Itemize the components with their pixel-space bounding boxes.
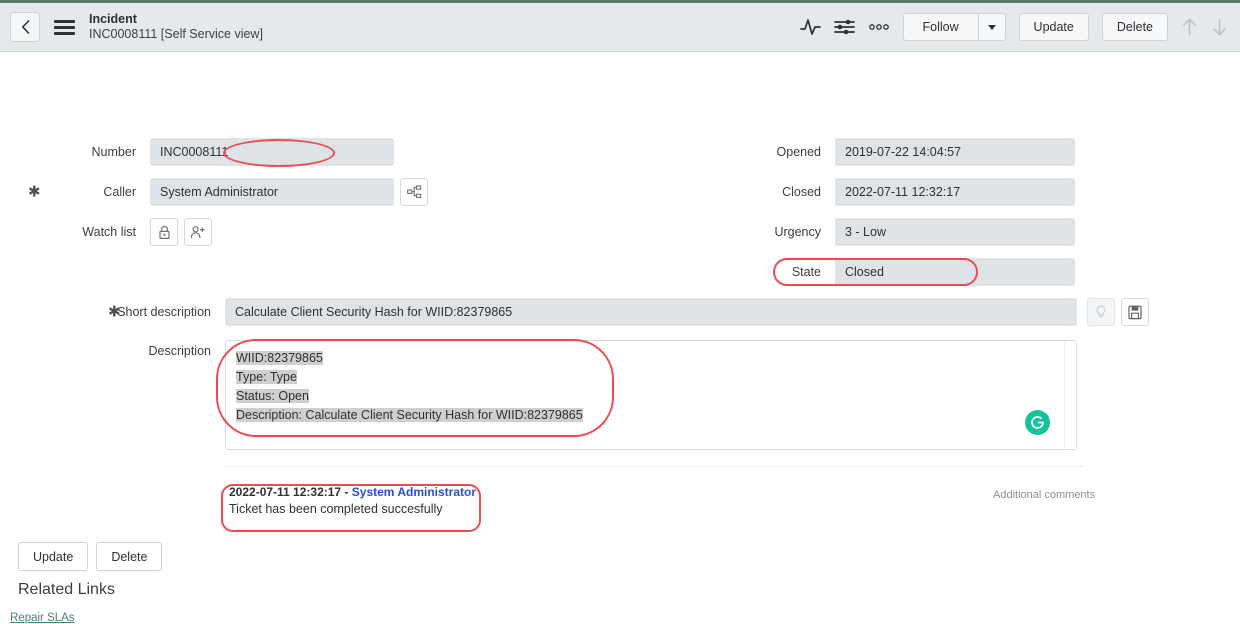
activity-chart-icon[interactable]	[799, 18, 821, 36]
delete-button-header[interactable]: Delete	[1101, 13, 1168, 41]
record-number-view: INC0008111 [Self Service view]	[89, 27, 263, 41]
urgency-input[interactable]: 3 - Low	[835, 218, 1075, 246]
closed-label: Closed	[782, 185, 821, 199]
arrow-down-icon	[1213, 19, 1226, 36]
next-record-button[interactable]	[1211, 17, 1228, 37]
form-left-column: Number INC0008111 ✱ Caller System Admini…	[0, 132, 428, 252]
field-row-caller: ✱ Caller System Administrator	[0, 172, 428, 212]
field-row-watchlist: Watch list	[0, 212, 428, 252]
description-scrollbar[interactable]	[1064, 341, 1076, 449]
opened-label: Opened	[776, 145, 821, 159]
short-description-label-text: Short description	[117, 305, 211, 319]
add-user-icon[interactable]	[184, 218, 212, 246]
hamburger-bar	[54, 19, 75, 23]
follow-button-group: Follow	[902, 13, 1006, 41]
state-input[interactable]: Closed	[835, 258, 1075, 286]
grammarly-icon[interactable]	[1025, 410, 1050, 435]
update-button-footer[interactable]: Update	[18, 542, 89, 571]
save-template-icon[interactable]	[1121, 298, 1149, 326]
activity-author-link[interactable]: System Administrator	[352, 485, 476, 499]
closed-input[interactable]: 2022-07-11 12:32:17	[835, 178, 1075, 206]
field-row-number: Number INC0008111	[0, 132, 428, 172]
short-description-label: ✱ Short description	[0, 303, 225, 321]
related-link-repair-slas[interactable]: Repair SLAs	[10, 612, 75, 624]
required-asterisk-icon: ✱	[108, 303, 121, 321]
urgency-label: Urgency	[774, 225, 821, 239]
sliders-icon[interactable]	[833, 18, 855, 36]
activity-entry-meta: 2022-07-11 12:32:17 - System Administrat…	[229, 485, 476, 499]
field-row-state: State Closed	[745, 252, 1075, 292]
hamburger-icon[interactable]	[54, 19, 75, 35]
arrow-up-icon	[1183, 18, 1196, 35]
watchlist-label: Watch list	[82, 225, 136, 239]
incident-form: Number INC0008111 ✱ Caller System Admini…	[0, 52, 1240, 624]
previous-record-button[interactable]	[1181, 17, 1198, 37]
more-dots-icon[interactable]	[868, 23, 890, 31]
lock-icon[interactable]	[150, 218, 178, 246]
opened-input[interactable]: 2019-07-22 14:04:57	[835, 138, 1075, 166]
caller-label: ✱ Caller	[0, 183, 150, 201]
hamburger-bar	[54, 25, 75, 29]
form-right-column: Opened 2019-07-22 14:04:57 Closed 2022-0…	[745, 132, 1075, 292]
description-line-text: Status: Open	[236, 389, 309, 403]
state-label: State	[791, 265, 821, 279]
lightbulb-icon[interactable]	[1087, 298, 1115, 326]
caller-label-text: Caller	[103, 185, 136, 199]
number-label: Number	[91, 145, 136, 159]
form-footer-buttons: Update Delete	[18, 542, 163, 571]
field-row-urgency: Urgency 3 - Low	[745, 212, 1075, 252]
section-divider	[225, 466, 1085, 467]
description-line: Type: Type	[236, 368, 1066, 387]
page-title: Incident INC0008111 [Self Service view]	[89, 12, 263, 43]
field-row-closed: Closed 2022-07-11 12:32:17	[745, 172, 1075, 212]
follow-button[interactable]: Follow	[902, 13, 979, 41]
follow-dropdown-button[interactable]	[978, 13, 1006, 41]
page-header: Incident INC0008111 [Self Service view]	[0, 3, 1240, 52]
hamburger-bar	[54, 31, 75, 35]
description-label: Description	[148, 344, 211, 358]
description-line-text: Type: Type	[236, 370, 297, 384]
activity-entry-text: Ticket has been completed succesfully	[229, 502, 443, 516]
activity-entry: 2022-07-11 12:32:17 - System Administrat…	[229, 485, 476, 516]
activity-timestamp: 2022-07-11 12:32:17	[229, 485, 342, 499]
chevron-down-icon	[987, 24, 996, 30]
chevron-left-icon	[21, 20, 29, 34]
description-line: Status: Open	[236, 387, 1066, 406]
additional-comments-label: Additional comments	[993, 489, 1096, 501]
description-line: WIID:82379865	[236, 349, 1066, 368]
description-textarea[interactable]: WIID:82379865 Type: Type Status: Open De…	[225, 340, 1077, 450]
field-row-description: Description WIID:82379865 Type: Type Sta…	[0, 340, 1077, 450]
field-row-short-description: ✱ Short description Calculate Client Sec…	[0, 298, 1149, 326]
description-line-text: WIID:82379865	[236, 351, 323, 365]
header-actions: Follow Update Delete	[799, 13, 1228, 41]
delete-button-footer[interactable]: Delete	[96, 542, 163, 571]
field-row-opened: Opened 2019-07-22 14:04:57	[745, 132, 1075, 172]
org-chart-icon[interactable]	[400, 178, 428, 206]
caller-input[interactable]: System Administrator	[150, 178, 394, 206]
related-links-heading: Related Links	[18, 581, 115, 598]
activity-separator: -	[341, 485, 352, 499]
description-line-text: Description: Calculate Client Security H…	[236, 408, 583, 422]
back-button[interactable]	[10, 12, 40, 42]
update-button-header[interactable]: Update	[1018, 13, 1089, 41]
number-input[interactable]: INC0008111	[150, 138, 394, 166]
record-type-title: Incident	[89, 11, 137, 26]
description-line: Description: Calculate Client Security H…	[236, 406, 1066, 425]
required-asterisk-icon: ✱	[28, 183, 41, 201]
short-description-input[interactable]: Calculate Client Security Hash for WIID:…	[225, 298, 1077, 326]
